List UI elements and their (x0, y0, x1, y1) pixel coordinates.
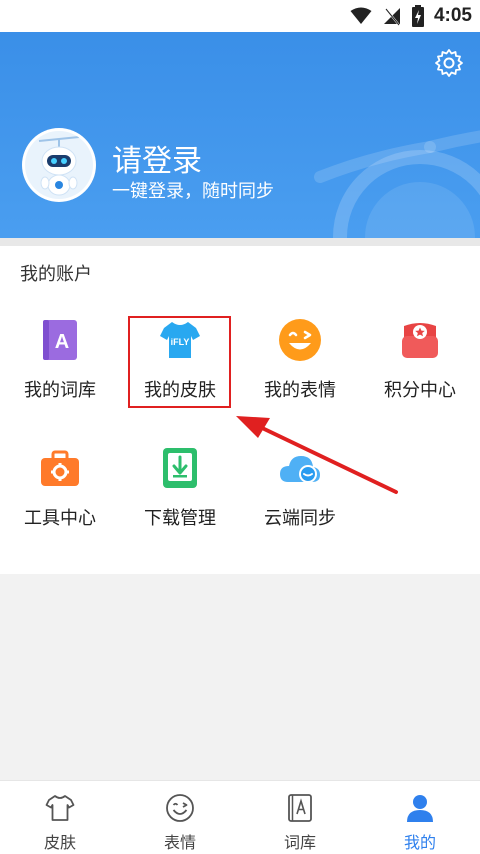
account-panel: 我的账户 A 我的词库 iFLY 我的皮肤 我的表情 积分中心 工具中心 下载管… (0, 246, 480, 574)
user-icon (407, 795, 433, 822)
section-divider (0, 238, 480, 246)
robot-avatar-icon (25, 131, 93, 199)
grid-item-tool-center[interactable]: 工具中心 (0, 446, 120, 556)
tab-mine[interactable]: 我的 (360, 781, 480, 854)
pointer-arrow-icon (236, 416, 398, 494)
grid-label: 积分中心 (384, 380, 456, 401)
shirt-icon (45, 795, 75, 821)
status-icons: 4:05 (350, 4, 472, 28)
tab-skin[interactable]: 皮肤 (0, 781, 120, 854)
bottom-nav: 皮肤 表情 词库 我的 (0, 780, 480, 854)
emoji-icon (279, 319, 321, 361)
tab-label: 词库 (283, 833, 316, 852)
status-bar: 4:05 (0, 0, 480, 32)
grid-label: 云端同步 (264, 508, 336, 529)
book-icon (288, 794, 312, 822)
download-icon (163, 448, 197, 488)
grid-item-my-dictionary[interactable]: A 我的词库 (0, 318, 120, 428)
app-screen: 4:05 请登录 一键登录，随时同步 我的账户 A 我的词库 iFLY 我的皮肤… (0, 0, 480, 854)
dictionary-icon: A (43, 320, 77, 360)
avatar[interactable] (22, 128, 96, 202)
highlight-box (128, 316, 231, 408)
svg-text:A: A (55, 331, 69, 353)
grid-label: 我的表情 (264, 380, 336, 401)
toolbox-icon (41, 450, 79, 486)
wifi-icon (350, 7, 372, 24)
robot-watermark-icon (314, 130, 480, 238)
battery-charging-icon (411, 5, 424, 27)
login-subtitle[interactable]: 一键登录，随时同步 (112, 177, 274, 203)
tab-emoji[interactable]: 表情 (120, 781, 240, 854)
tab-label: 表情 (163, 833, 196, 852)
smiley-icon (166, 794, 194, 822)
profile-header: 请登录 一键登录，随时同步 (0, 32, 480, 238)
points-shop-icon (402, 323, 438, 358)
grid-label: 我的词库 (24, 380, 96, 401)
tab-dictionary[interactable]: 词库 (240, 781, 360, 854)
settings-gear-icon[interactable] (434, 48, 464, 78)
no-signal-icon (383, 8, 400, 26)
login-title[interactable]: 请登录 (112, 136, 202, 180)
section-title: 我的账户 (20, 264, 92, 285)
tab-label: 皮肤 (43, 833, 76, 852)
grid-item-download-manager[interactable]: 下载管理 (120, 446, 240, 556)
status-time: 4:05 (433, 5, 472, 26)
tab-label: 我的 (403, 833, 436, 852)
grid-label: 下载管理 (144, 508, 216, 529)
grid-label: 工具中心 (24, 508, 96, 529)
